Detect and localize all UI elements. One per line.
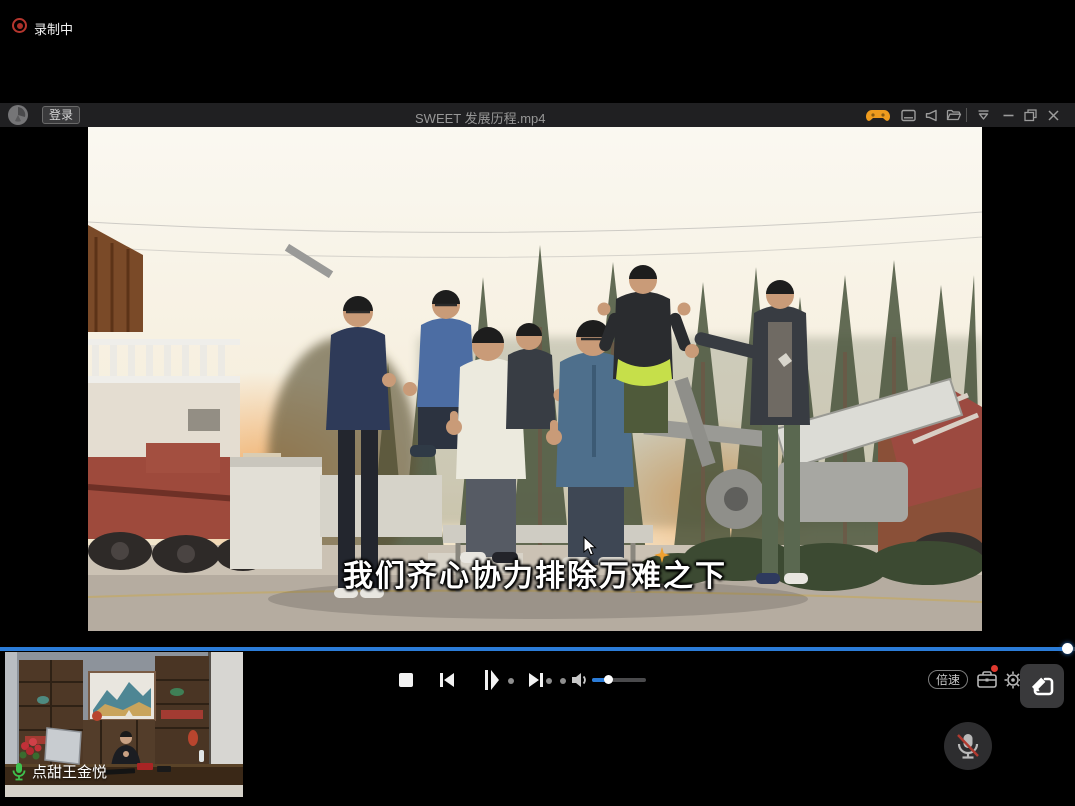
volume-icon[interactable] bbox=[570, 670, 590, 690]
mic-muted-icon bbox=[955, 732, 981, 760]
progress-knob[interactable] bbox=[1062, 643, 1073, 654]
sparkle-icon bbox=[654, 547, 670, 563]
folder-open-icon[interactable] bbox=[945, 107, 962, 124]
tray-dropdown-icon[interactable] bbox=[975, 107, 992, 124]
mute-mic-button[interactable] bbox=[944, 722, 992, 770]
webcam-name-label: 点甜王金悦 bbox=[12, 761, 107, 782]
mouse-cursor bbox=[583, 536, 597, 556]
marker-dot[interactable] bbox=[508, 678, 514, 684]
progress-fill bbox=[0, 647, 1069, 651]
annotate-button[interactable] bbox=[1020, 664, 1064, 708]
notification-dot bbox=[991, 665, 998, 672]
marker-dot[interactable] bbox=[560, 678, 566, 684]
minimize-icon[interactable] bbox=[1000, 107, 1017, 124]
volume-slider[interactable] bbox=[592, 678, 646, 682]
speed-button[interactable]: 倍速 bbox=[928, 670, 968, 689]
toolbox-icon[interactable] bbox=[976, 670, 998, 690]
play-pause-button[interactable] bbox=[483, 669, 501, 691]
annotate-pen-icon bbox=[1028, 672, 1056, 700]
window-title: SWEET 发展历程.mp4 bbox=[415, 108, 546, 127]
recording-status-label: 录制中 bbox=[34, 19, 73, 38]
video-subtitle: 我们齐心协力排除万难之下 bbox=[88, 551, 982, 595]
webcam-preview[interactable]: 点甜王金悦 bbox=[5, 652, 243, 797]
game-controller-icon[interactable] bbox=[866, 107, 890, 124]
restore-icon[interactable] bbox=[1022, 107, 1039, 124]
login-button[interactable]: 登录 bbox=[42, 106, 80, 124]
stop-button[interactable] bbox=[398, 672, 414, 688]
previous-button[interactable] bbox=[438, 672, 456, 688]
close-icon[interactable] bbox=[1045, 107, 1062, 124]
volume-knob[interactable] bbox=[604, 675, 613, 684]
recording-dot-icon bbox=[12, 18, 27, 33]
subtitle-panel-icon[interactable] bbox=[900, 107, 917, 124]
mic-on-icon bbox=[12, 762, 26, 781]
broadcast-icon[interactable] bbox=[923, 107, 940, 124]
next-button[interactable] bbox=[527, 672, 545, 688]
titlebar-separator bbox=[966, 108, 967, 122]
video-surface[interactable]: 我们齐心协力排除万难之下 bbox=[88, 127, 982, 631]
player-logo-icon bbox=[8, 105, 28, 125]
progress-bar[interactable] bbox=[0, 647, 1075, 651]
webcam-name-text: 点甜王金悦 bbox=[32, 761, 107, 782]
marker-dot[interactable] bbox=[546, 678, 552, 684]
